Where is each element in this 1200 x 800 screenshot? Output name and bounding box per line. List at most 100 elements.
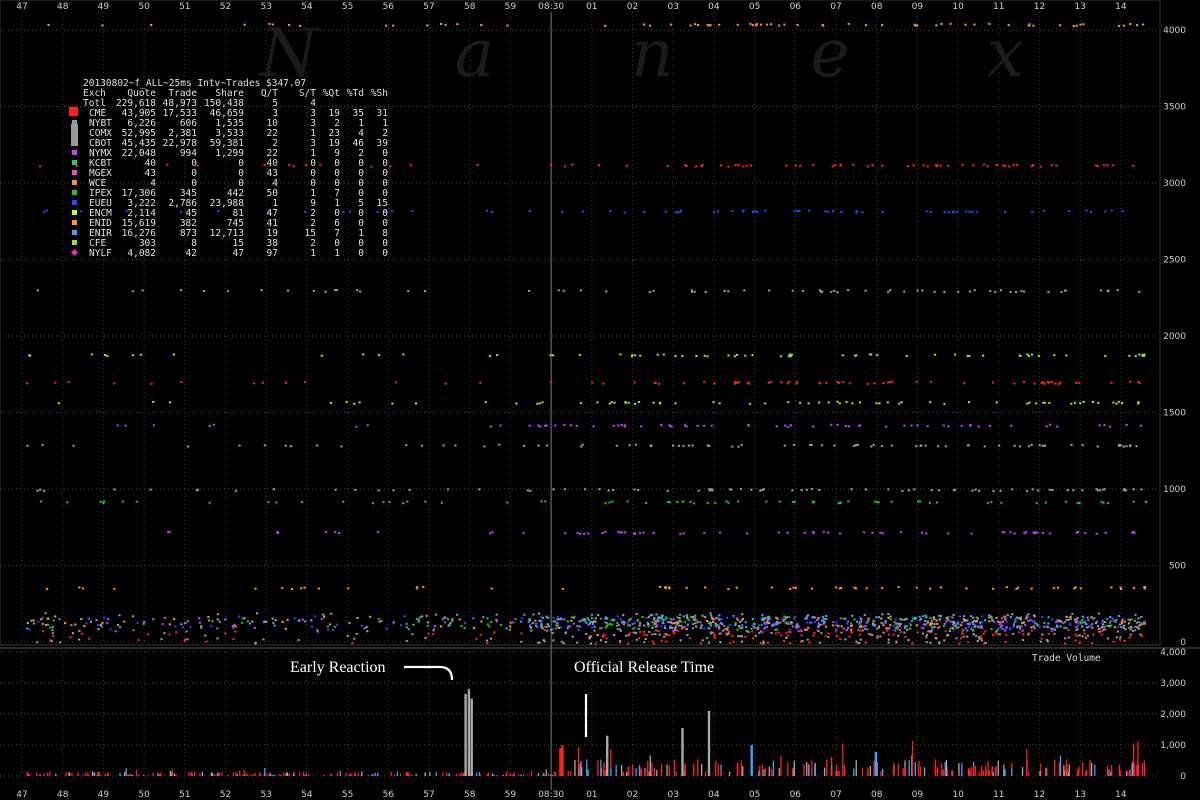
dot-eueu: [796, 210, 800, 212]
dot-nybt: [729, 488, 732, 491]
dot-nybt: [966, 444, 970, 447]
dot-enid: [659, 586, 662, 588]
dot-cfe: [1028, 401, 1031, 404]
dot-nybt: [498, 443, 501, 446]
dot-cfe: [799, 401, 802, 404]
dot-ipex: [651, 621, 654, 624]
dot-cme: [660, 639, 663, 642]
volume-bar: [1065, 763, 1067, 776]
volume-bar: [867, 771, 869, 776]
legend-marker: [71, 134, 78, 146]
dot-eueu: [609, 210, 612, 212]
dot-nybt: [583, 488, 587, 491]
volume-bar: [96, 775, 98, 776]
dot-nybt: [1053, 632, 1056, 635]
dot-nymx: [765, 626, 768, 629]
dot-eueu: [1005, 620, 1008, 623]
dot-ipex: [1138, 621, 1141, 624]
dot-cme: [394, 381, 397, 384]
dot-nybt: [679, 639, 682, 642]
dot-enir: [523, 613, 526, 616]
volume-bar: [171, 769, 173, 776]
dot-nymx: [152, 424, 155, 427]
dot-nybt: [207, 619, 211, 622]
dot-cme: [759, 642, 762, 645]
dot-ipex: [121, 500, 124, 503]
dot-enid: [755, 23, 758, 26]
dot-nybt: [1051, 489, 1054, 491]
dot-nymx: [433, 624, 436, 627]
x-tick-label-top: 55: [342, 2, 353, 12]
dot-eueu: [616, 615, 620, 618]
volume-bar: [87, 772, 89, 776]
volume-bar: [768, 766, 770, 776]
dot-enid: [915, 624, 918, 627]
dot-nybt: [657, 620, 660, 623]
dot-ipex: [604, 626, 607, 629]
dot-enid: [850, 624, 853, 627]
dot-nymx: [1041, 531, 1044, 534]
dot-nybt: [977, 636, 980, 639]
dot-cme: [81, 632, 84, 635]
dot-cme: [700, 642, 703, 645]
dot-enir: [669, 627, 672, 630]
volume-bar: [936, 767, 939, 776]
dot-eueu: [619, 618, 622, 621]
x-tick-label-bottom: 59: [505, 790, 517, 800]
dot-enid: [673, 622, 676, 624]
dot-cfe: [787, 401, 790, 404]
dot-nybt: [701, 639, 704, 642]
dot-enir: [51, 626, 54, 629]
dot-nymx: [808, 621, 812, 624]
dot-nybt: [793, 443, 796, 446]
dot-cme: [319, 163, 322, 166]
dot-enid: [440, 23, 443, 25]
dot-enid: [940, 23, 943, 25]
dot-cme: [479, 381, 482, 384]
dot-enid: [1079, 587, 1082, 590]
dot-eueu: [948, 615, 951, 618]
dot-nymx: [620, 424, 623, 426]
dot-nybt: [204, 634, 207, 637]
dot-cme: [263, 164, 266, 167]
dot-cfe: [1053, 354, 1056, 357]
dot-enir: [900, 618, 904, 621]
dot-enir: [863, 614, 866, 616]
dot-nybt: [1013, 444, 1016, 447]
dot-enid: [46, 587, 49, 590]
dot-ipex: [1102, 501, 1105, 504]
dot-nymx: [1075, 531, 1078, 534]
dot-nymx: [1001, 620, 1005, 623]
volume-bar: [292, 773, 295, 776]
dot-nybt: [1116, 289, 1119, 292]
dot-enir: [546, 616, 549, 619]
volume-bar: [241, 775, 243, 776]
dot-nymx: [847, 626, 850, 629]
dot-eueu: [814, 621, 817, 624]
dot-cme: [1053, 382, 1057, 385]
dot-nybt: [1083, 629, 1086, 632]
dot-nymx: [580, 619, 583, 622]
dot-ipex: [1107, 502, 1110, 504]
dot-nybt: [1043, 444, 1046, 447]
dot-nybt: [992, 490, 995, 493]
x-tick-label-bottom: 02: [627, 790, 638, 800]
dot-nybt: [871, 634, 874, 637]
dot-enid: [243, 23, 246, 26]
volume-bar: [1094, 764, 1096, 776]
dot-nybt: [316, 444, 319, 447]
dot-cme: [961, 163, 964, 166]
x-tick-label-top: 05: [749, 2, 760, 12]
dot-nybt: [1019, 445, 1022, 448]
dot-nybt: [564, 632, 567, 635]
dot-nybt: [597, 614, 600, 616]
dot-cme: [799, 164, 802, 167]
dot-nybt: [1115, 636, 1118, 639]
dot-nymx: [1101, 619, 1104, 622]
dot-eueu: [846, 622, 849, 625]
dot-nybt: [818, 489, 821, 491]
dot-ipex: [540, 500, 543, 503]
dot-enir: [691, 627, 695, 630]
volume-bar: [339, 770, 341, 776]
dot-enir: [937, 614, 941, 617]
